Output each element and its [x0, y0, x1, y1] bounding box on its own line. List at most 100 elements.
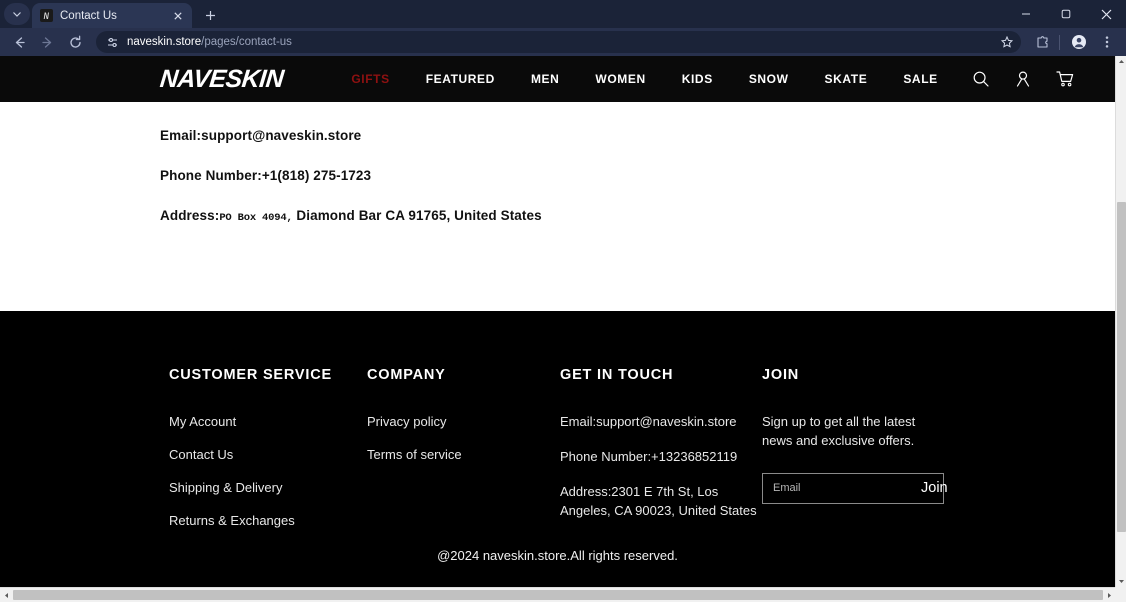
footer-link-shipping-delivery[interactable]: Shipping & Delivery [169, 479, 367, 498]
url-domain: naveskin.store [127, 36, 202, 48]
newsletter-email-input[interactable] [763, 482, 915, 495]
window-close-button[interactable] [1086, 0, 1126, 28]
tab-search-button[interactable] [4, 3, 30, 25]
tab-title: Contact Us [60, 9, 117, 22]
tab-strip: N Contact Us [0, 0, 1126, 28]
shopping-cart-icon [1055, 71, 1073, 87]
newsletter-signup-form: Join [762, 472, 948, 504]
scroll-left-arrow-icon [4, 592, 8, 598]
search-button[interactable] [971, 69, 991, 89]
footer-heading-customer-service: CUSTOMER SERVICE [169, 367, 332, 383]
site-logo[interactable]: NAVESKIN [158, 65, 285, 94]
footer-heading-company: COMPANY [367, 367, 446, 383]
address-label: Address: [160, 208, 220, 223]
scroll-down-button[interactable] [1116, 576, 1126, 587]
tab-favicon: N [40, 9, 53, 22]
scroll-down-arrow-icon [1119, 580, 1124, 583]
search-icon [973, 71, 989, 87]
footer-link-privacy-policy[interactable]: Privacy policy [367, 413, 560, 432]
footer-address: Address:2301 E 7th St, Los Angeles, CA 9… [560, 483, 762, 521]
footer-phone: Phone Number:+13236852119 [560, 448, 738, 464]
address-bar-text: naveskin.store/pages/contact-us [127, 36, 292, 48]
footer-address-line2: Angeles, CA 90023, United States [560, 502, 757, 518]
footer-column-company: COMPANY Privacy policy Terms of service [367, 367, 560, 544]
nav-item-women[interactable]: WOMEN [577, 72, 663, 86]
horizontal-scrollbar[interactable] [0, 587, 1126, 602]
vertical-scrollbar[interactable] [1115, 56, 1126, 587]
footer-link-returns-exchanges[interactable]: Returns & Exchanges [169, 512, 367, 531]
footer-copyright: @2024 naveskin.store.All rights reserved… [437, 548, 678, 563]
site-settings-icon[interactable] [104, 34, 120, 50]
maximize-icon [1061, 9, 1071, 19]
scroll-left-button[interactable] [0, 588, 12, 602]
horizontal-scroll-thumb[interactable] [13, 590, 1103, 600]
footer-address-line1: Address:2301 E 7th St, Los [560, 483, 719, 499]
email-value: support@naveskin.store [201, 128, 362, 143]
chevron-down-icon [13, 12, 21, 17]
footer-heading-join: JOIN [762, 367, 800, 383]
toolbar-divider [1059, 34, 1060, 50]
reload-button[interactable] [62, 29, 88, 55]
scroll-right-button[interactable] [1103, 588, 1115, 602]
address-bar[interactable]: naveskin.store/pages/contact-us [96, 31, 1021, 53]
footer-email: Email:support@naveskin.store [560, 414, 737, 429]
favicon-letter: N [43, 10, 50, 21]
star-icon [1001, 36, 1013, 48]
minimize-button[interactable] [1006, 0, 1046, 28]
user-account-icon [1016, 71, 1030, 87]
url-path: /pages/contact-us [201, 36, 292, 48]
bookmark-button[interactable] [999, 34, 1015, 50]
close-icon [174, 11, 182, 20]
nav-item-gifts[interactable]: GIFTS [333, 72, 407, 86]
scrollbar-corner [1115, 587, 1126, 602]
footer-columns: CUSTOMER SERVICE My Account Contact Us S… [0, 311, 1115, 544]
phone-value: +1(818) 275-1723 [261, 168, 372, 183]
forward-button[interactable] [34, 29, 60, 55]
browser-toolbar: naveskin.store/pages/contact-us [0, 28, 1126, 56]
browser-menu-button[interactable] [1094, 29, 1120, 55]
profile-button[interactable] [1066, 29, 1092, 55]
cart-button[interactable] [1055, 69, 1075, 89]
browser-window: N Contact Us naveskin.store/pages/contac… [0, 0, 1126, 602]
window-controls [1006, 0, 1126, 28]
maximize-button[interactable] [1046, 0, 1086, 28]
footer-link-my-account[interactable]: My Account [169, 413, 367, 432]
back-button[interactable] [6, 29, 32, 55]
sliders-icon [107, 37, 117, 47]
new-tab-button[interactable] [197, 3, 223, 27]
email-label: Email: [160, 128, 202, 143]
phone-label: Phone Number: [160, 168, 262, 183]
page-viewport: NAVESKIN GIFTS FEATURED MEN WOMEN KIDS S… [0, 56, 1126, 602]
three-dot-menu-icon [1105, 36, 1109, 48]
scroll-up-arrow-icon [1119, 60, 1124, 63]
minimize-icon [1022, 13, 1030, 15]
tab-close-button[interactable] [170, 8, 186, 24]
address-remainder: Diamond Bar CA 91765, United States [292, 208, 542, 223]
newsletter-join-button[interactable]: Join [915, 480, 962, 496]
vertical-scroll-thumb[interactable] [1117, 202, 1126, 532]
scroll-up-button[interactable] [1116, 56, 1126, 67]
vertical-scroll-track[interactable] [1116, 67, 1126, 576]
nav-item-skate[interactable]: SKATE [807, 72, 886, 86]
nav-item-snow[interactable]: SNOW [731, 72, 807, 86]
footer-link-contact-us[interactable]: Contact Us [169, 446, 367, 465]
site-header: NAVESKIN GIFTS FEATURED MEN WOMEN KIDS S… [0, 56, 1115, 102]
contact-address-line: Address:PO Box 4094, Diamond Bar CA 9176… [160, 208, 1115, 224]
nav-item-featured[interactable]: FEATURED [408, 72, 513, 86]
web-page: NAVESKIN GIFTS FEATURED MEN WOMEN KIDS S… [0, 56, 1115, 587]
forward-arrow-icon [41, 36, 51, 48]
footer-link-terms-of-service[interactable]: Terms of service [367, 446, 560, 465]
extensions-button[interactable] [1029, 29, 1055, 55]
nav-item-men[interactable]: MEN [513, 72, 577, 86]
profile-avatar-icon [1072, 35, 1086, 49]
browser-tab[interactable]: N Contact Us [32, 3, 192, 28]
contact-content: Email:support@naveskin.store Phone Numbe… [0, 102, 1115, 311]
nav-item-kids[interactable]: KIDS [664, 72, 731, 86]
extensions-puzzle-icon [1036, 35, 1048, 48]
nav-item-sale[interactable]: SALE [885, 72, 955, 86]
account-button[interactable] [1013, 69, 1033, 89]
footer-column-join: JOIN Sign up to get all the latest news … [762, 367, 954, 544]
footer-heading-get-in-touch: GET IN TOUCH [560, 367, 674, 383]
header-icon-group [971, 69, 1091, 89]
footer-join-blurb: Sign up to get all the latest news and e… [762, 414, 916, 448]
